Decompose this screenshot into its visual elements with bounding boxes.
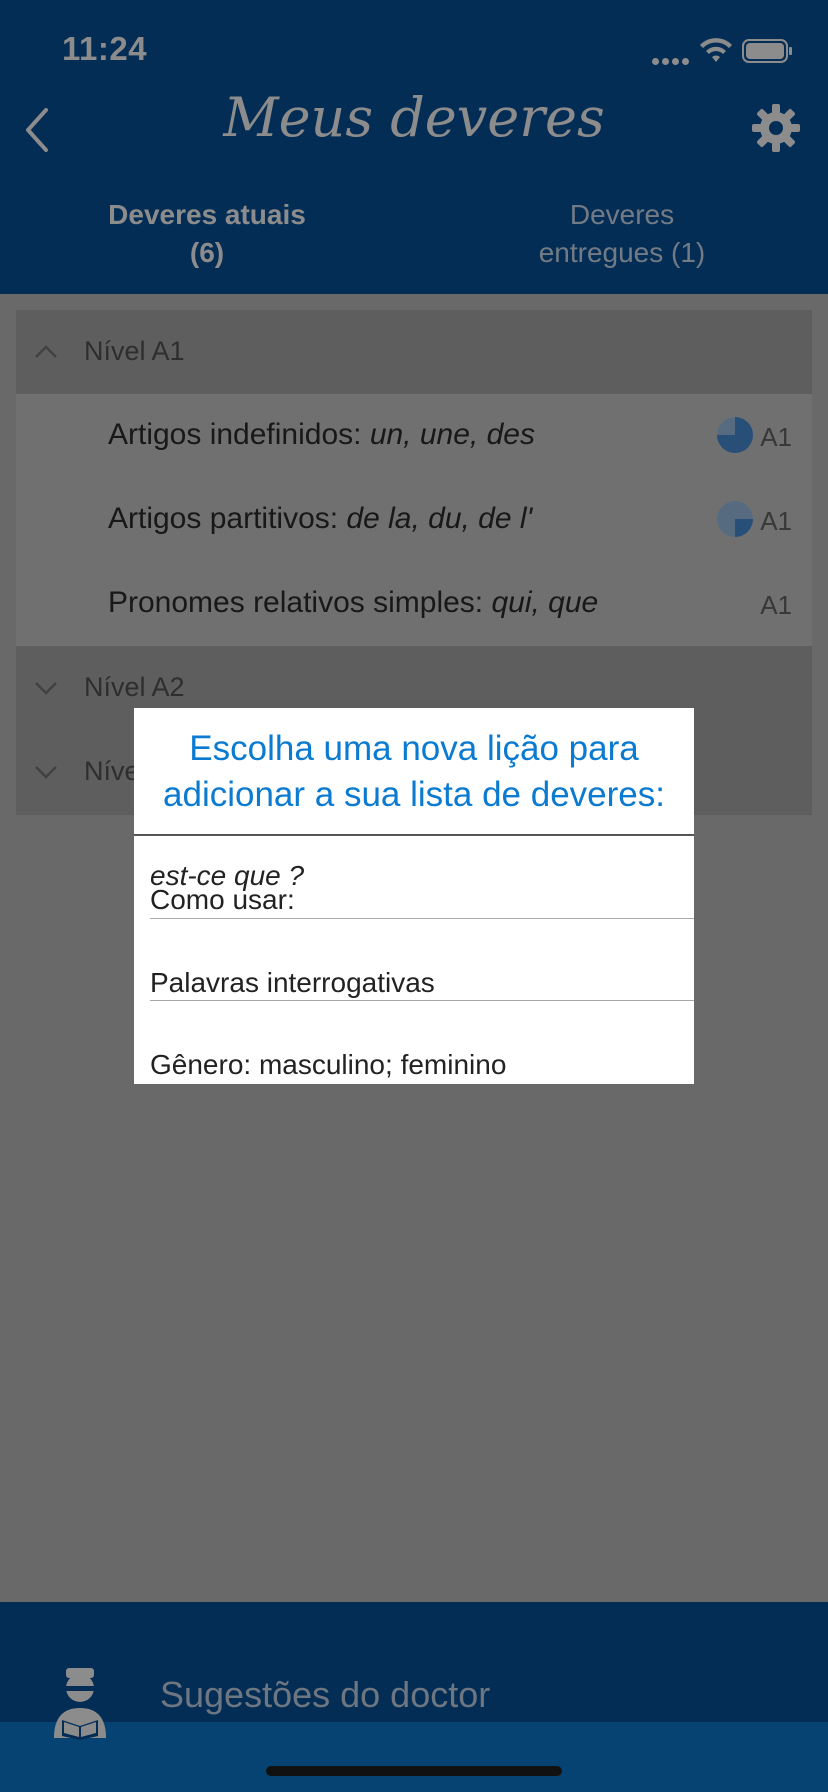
dialog-option[interactable]: Gênero: masculino; feminino xyxy=(150,1001,694,1083)
dialog-option[interactable]: Palavras interrogativas xyxy=(150,919,694,1001)
dialog-title: Escolha uma nova lição para adicionar a … xyxy=(134,726,694,818)
home-indicator xyxy=(266,1766,562,1776)
dialog-title-line2: adicionar a sua lista de deveres: xyxy=(163,775,665,814)
dialog-title-line1: Escolha uma nova lição para xyxy=(189,729,639,768)
add-lesson-dialog: Escolha uma nova lição para adicionar a … xyxy=(134,708,694,1084)
dialog-option[interactable]: Como usar: est-ce que ? xyxy=(150,836,694,918)
option-label: Como usar: est-ce que ? xyxy=(150,860,305,915)
